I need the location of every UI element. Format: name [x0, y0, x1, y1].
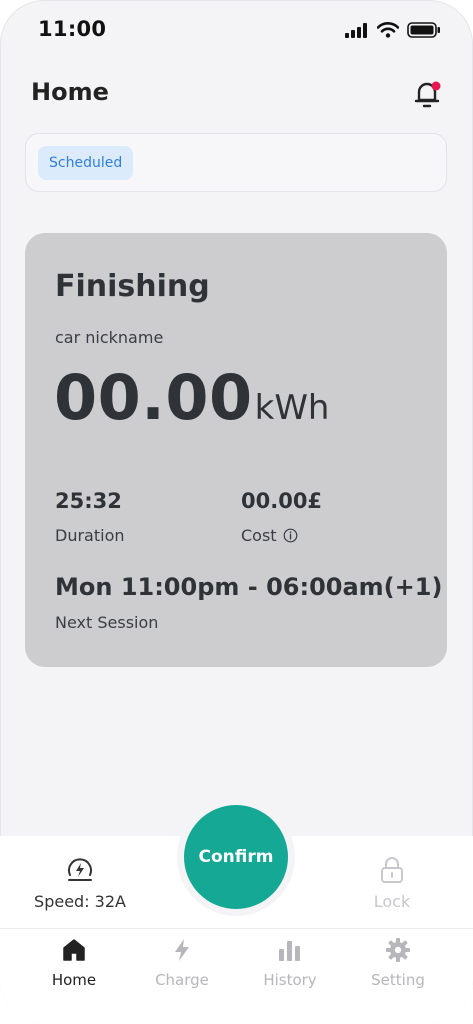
tab-home-label: Home — [51, 971, 97, 989]
phone-screen: 11:00 Home Scheduled Finishing car nickn… — [0, 0, 473, 1024]
bolt-icon — [175, 939, 189, 961]
duration-label-text: Duration — [55, 526, 125, 545]
bell-icon — [414, 81, 441, 108]
schedule-panel: Scheduled — [25, 133, 447, 192]
tab-charge-label: Charge — [155, 971, 209, 989]
tab-setting-label: Setting — [371, 971, 425, 989]
tab-history-label: History — [263, 971, 317, 989]
status-icons — [345, 22, 441, 38]
status-time: 11:00 — [38, 17, 107, 41]
tab-home[interactable]: Home — [29, 937, 119, 989]
notifications-button[interactable] — [412, 78, 442, 110]
confirm-button[interactable]: Confirm — [184, 805, 288, 909]
wifi-icon — [377, 22, 399, 38]
lock-label: Lock — [373, 892, 411, 911]
cost-value: 00.00£ — [241, 489, 323, 513]
cellular-signal-icon — [345, 22, 367, 38]
next-session-label: Next Session — [55, 613, 159, 632]
tab-history[interactable]: History — [245, 937, 335, 989]
energy-readout: 00.00 kWh — [54, 361, 329, 434]
cost-label-text: Cost — [241, 526, 277, 545]
tab-charge[interactable]: Charge — [137, 937, 227, 989]
energy-unit: kWh — [254, 388, 330, 428]
charging-session-card: Finishing car nickname 00.00 kWh 25:32 D… — [25, 233, 447, 667]
battery-icon — [407, 22, 440, 38]
tab-setting[interactable]: Setting — [353, 937, 443, 989]
speed-icon — [68, 858, 92, 881]
tab-bar: Home Charge History Setting — [0, 928, 473, 1024]
duration-label: Duration — [55, 526, 125, 545]
bar-chart-icon — [279, 941, 300, 961]
speed-button[interactable]: Speed: 32A — [30, 856, 130, 911]
car-nickname: car nickname — [55, 328, 164, 347]
lock-icon — [381, 857, 403, 883]
lock-button[interactable]: Lock — [358, 856, 426, 911]
home-icon — [63, 939, 85, 961]
notification-dot — [431, 81, 441, 91]
page-title: Home — [31, 78, 109, 106]
cost-label: Cost — [241, 526, 298, 545]
info-icon[interactable] — [283, 528, 298, 543]
gear-icon — [386, 938, 410, 962]
next-session-value: Mon 11:00pm - 06:00am(+1) — [55, 573, 443, 601]
session-status: Finishing — [55, 269, 210, 304]
scheduled-chip[interactable]: Scheduled — [38, 146, 134, 180]
energy-value: 00.00 — [54, 361, 253, 434]
speed-label: Speed: 32A — [34, 892, 126, 911]
duration-value: 25:32 — [55, 489, 122, 513]
